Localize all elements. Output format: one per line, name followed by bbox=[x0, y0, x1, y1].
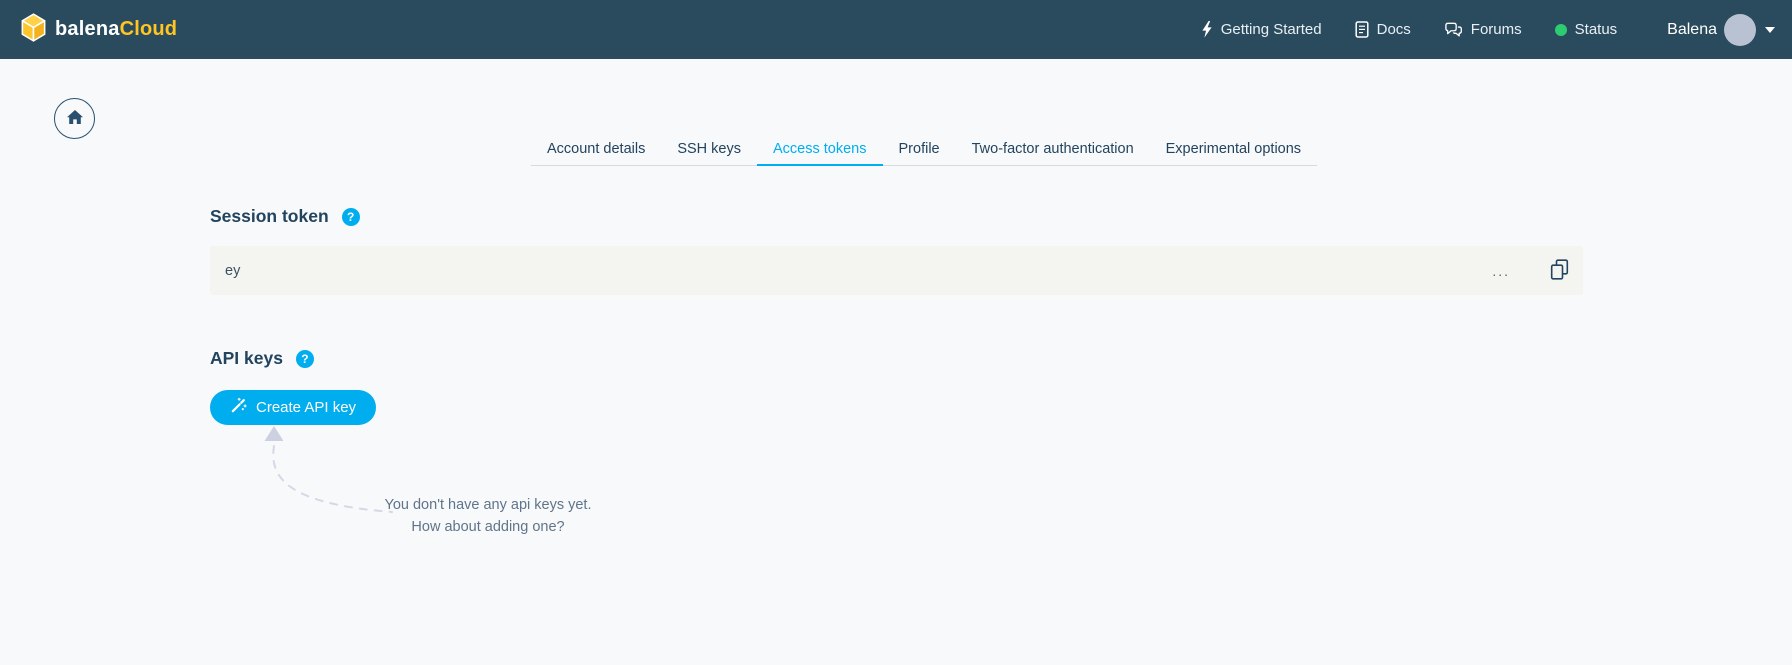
home-button[interactable] bbox=[54, 98, 95, 139]
copy-token-button[interactable] bbox=[1550, 259, 1569, 283]
user-name: Balena bbox=[1667, 21, 1717, 39]
docs-link[interactable]: Docs bbox=[1355, 21, 1411, 38]
api-keys-heading: API keys ? bbox=[210, 348, 314, 369]
chat-bubbles-icon bbox=[1444, 22, 1463, 38]
balena-cube-icon bbox=[20, 13, 47, 47]
brand-suffix: Cloud bbox=[120, 18, 178, 40]
empty-state-line1: You don't have any api keys yet. bbox=[378, 494, 598, 516]
status-link[interactable]: Status bbox=[1555, 21, 1618, 38]
user-menu[interactable]: Balena bbox=[1667, 14, 1775, 46]
copy-icon bbox=[1550, 259, 1569, 283]
home-icon bbox=[66, 109, 84, 128]
tab-account-details[interactable]: Account details bbox=[531, 132, 661, 166]
chevron-down-icon bbox=[1765, 27, 1775, 33]
tab-ssh-keys[interactable]: SSH keys bbox=[661, 132, 757, 166]
api-keys-empty-state: You don't have any api keys yet. How abo… bbox=[378, 494, 598, 538]
help-icon[interactable]: ? bbox=[342, 208, 360, 226]
tab-experimental-options[interactable]: Experimental options bbox=[1150, 132, 1317, 166]
session-token-box: ey ... bbox=[210, 246, 1583, 295]
getting-started-link[interactable]: Getting Started bbox=[1201, 21, 1322, 38]
session-token-heading: Session token ? bbox=[210, 206, 360, 227]
navbar-links: Getting Started Docs Forums bbox=[1168, 14, 1775, 46]
tab-two-factor-authentication[interactable]: Two-factor authentication bbox=[956, 132, 1150, 166]
session-token-value: ey bbox=[225, 263, 240, 279]
brand-logo[interactable]: balenaCloud bbox=[20, 13, 177, 47]
empty-state-line2: How about adding one? bbox=[378, 516, 598, 538]
document-icon bbox=[1355, 21, 1369, 38]
brand-name: balena bbox=[55, 18, 120, 40]
top-navbar: balenaCloud Getting Started Docs bbox=[0, 0, 1792, 59]
avatar bbox=[1724, 14, 1756, 46]
settings-tabs: Account details SSH keys Access tokens P… bbox=[531, 132, 1317, 166]
help-icon[interactable]: ? bbox=[296, 350, 314, 368]
status-dot-icon bbox=[1555, 24, 1567, 36]
token-ellipsis: ... bbox=[1492, 263, 1510, 279]
magic-wand-icon bbox=[230, 397, 247, 418]
tab-profile[interactable]: Profile bbox=[883, 132, 956, 166]
tab-access-tokens[interactable]: Access tokens bbox=[757, 132, 883, 166]
lightning-icon bbox=[1201, 21, 1213, 38]
forums-link[interactable]: Forums bbox=[1444, 21, 1522, 38]
